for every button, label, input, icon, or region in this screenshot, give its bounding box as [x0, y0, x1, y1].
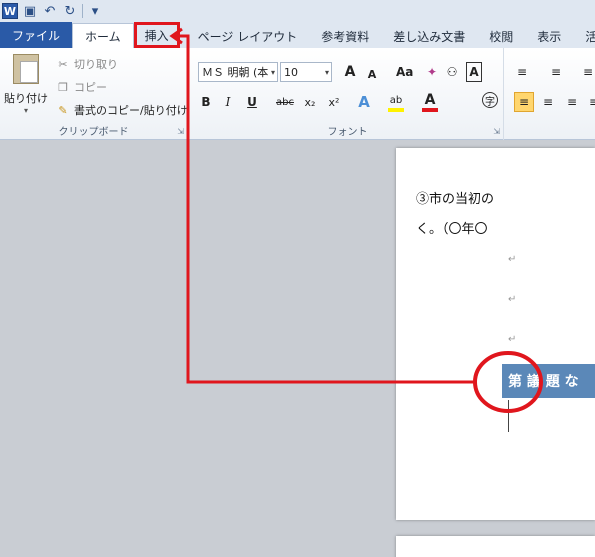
text-effects-icon[interactable]: A: [356, 92, 372, 112]
highlight-color-icon[interactable]: ab: [388, 92, 404, 112]
paragraph-mark: ↵: [508, 334, 517, 345]
tab-view[interactable]: 表示: [525, 24, 573, 48]
strikethrough-button[interactable]: abc: [276, 92, 294, 112]
document-text-line: ③市の当初の: [416, 192, 495, 207]
ribbon: 貼り付け ▾ ✂ 切り取り ❐ コピー ✎ 書式のコピー/貼り付け クリップボー…: [0, 48, 595, 140]
grow-font-button[interactable]: A: [342, 62, 358, 82]
justify-icon[interactable]: ≡: [586, 92, 595, 112]
copy-button[interactable]: ❐ コピー: [56, 79, 107, 95]
undo-icon[interactable]: ↶: [42, 3, 58, 19]
font-name-value: ＭＳ 明朝 (本: [202, 66, 269, 79]
change-case-button[interactable]: Aa: [396, 62, 413, 82]
bold-button[interactable]: B: [198, 92, 214, 112]
tab-home[interactable]: ホーム: [72, 23, 134, 48]
underline-button[interactable]: U: [244, 92, 260, 112]
paragraph-mark: ↵: [508, 294, 517, 305]
copy-icon: ❐: [58, 80, 68, 94]
enclose-character-icon[interactable]: 字: [482, 92, 498, 108]
italic-button[interactable]: I: [220, 92, 236, 112]
character-border-icon[interactable]: A: [466, 62, 482, 82]
cut-label: 切り取り: [74, 58, 118, 71]
word-app-icon[interactable]: W: [2, 3, 18, 19]
clipboard-icon: [13, 54, 39, 84]
ribbon-tabs: ファイル ホーム 挿入 ページ レイアウト 参考資料 差し込み文書 校閲 表示 …: [0, 22, 595, 48]
font-name-select[interactable]: ＭＳ 明朝 (本 ▾: [198, 62, 278, 82]
clipboard-group: 貼り付け ▾ ✂ 切り取り ❐ コピー ✎ 書式のコピー/貼り付け クリップボー…: [0, 48, 188, 140]
font-color-icon[interactable]: A: [422, 92, 438, 112]
document-text-line: く。（〇年〇: [416, 222, 488, 237]
clipboard-launcher-icon[interactable]: ⇲: [177, 127, 184, 136]
font-group: ＭＳ 明朝 (本 ▾ 10 ▾ A A Aa ✦ ⚇ A B I U abc x…: [192, 48, 504, 140]
font-size-select[interactable]: 10 ▾: [280, 62, 332, 82]
font-group-label: フォント: [327, 127, 368, 138]
save-icon[interactable]: ▣: [22, 3, 38, 19]
tab-more[interactable]: 活用し: [573, 24, 595, 48]
multilevel-list-icon[interactable]: ≡: [580, 62, 595, 82]
subscript-button[interactable]: x₂: [302, 92, 318, 112]
clear-format-icon[interactable]: ✦: [424, 62, 440, 82]
numbering-icon[interactable]: ≡: [548, 62, 564, 82]
tab-insert[interactable]: 挿入: [133, 22, 180, 48]
quick-access-toolbar: W ▣ ↶ ↻ ▾: [0, 0, 595, 22]
shrink-font-button[interactable]: A: [364, 64, 380, 84]
tab-file[interactable]: ファイル: [0, 22, 73, 48]
document-page[interactable]: ③市の当初の く。（〇年〇 ↵ ↵ ↵: [396, 148, 595, 520]
tab-references[interactable]: 参考資料: [309, 24, 381, 48]
format-painter-button[interactable]: ✎ 書式のコピー/貼り付け: [56, 102, 188, 118]
redo-icon[interactable]: ↻: [62, 3, 78, 19]
paragraph-mark: ↵: [508, 254, 517, 265]
tab-mailings[interactable]: 差し込み文書: [381, 24, 477, 48]
cut-button[interactable]: ✂ 切り取り: [56, 56, 118, 72]
phonetic-guide-icon[interactable]: ⚇: [444, 62, 460, 82]
scissors-icon: ✂: [58, 57, 68, 71]
text-cursor: [508, 400, 509, 432]
format-painter-label: 書式のコピー/貼り付け: [74, 104, 188, 117]
customize-qat-icon[interactable]: ▾: [87, 3, 103, 19]
brush-icon: ✎: [58, 103, 68, 117]
align-right-icon[interactable]: ≡: [564, 92, 580, 112]
paste-button[interactable]: 貼り付け ▾: [4, 54, 48, 115]
tab-page-layout[interactable]: ページ レイアウト: [180, 24, 310, 48]
next-document-page[interactable]: [396, 536, 595, 557]
bullets-icon[interactable]: ≡: [514, 62, 530, 82]
align-center-icon[interactable]: ≡: [540, 92, 556, 112]
selected-heading-text[interactable]: 第 議 題 な: [502, 364, 595, 398]
paste-label: 貼り付け: [4, 92, 48, 105]
align-left-icon[interactable]: ≡: [514, 92, 534, 112]
paragraph-group: ≡ ≡ ≡ ≡ ≡ ≡ ≡: [508, 48, 595, 140]
chevron-down-icon: ▾: [270, 67, 275, 77]
qat-separator: [82, 4, 83, 18]
chevron-down-icon: ▾: [324, 67, 329, 77]
font-size-value: 10: [284, 65, 298, 79]
clipboard-group-label: クリップボード: [58, 127, 129, 138]
font-launcher-icon[interactable]: ⇲: [493, 127, 500, 136]
paste-dropdown-icon[interactable]: ▾: [4, 106, 48, 115]
superscript-button[interactable]: x²: [326, 92, 342, 112]
tab-review[interactable]: 校閲: [477, 24, 525, 48]
copy-label: コピー: [74, 81, 107, 94]
